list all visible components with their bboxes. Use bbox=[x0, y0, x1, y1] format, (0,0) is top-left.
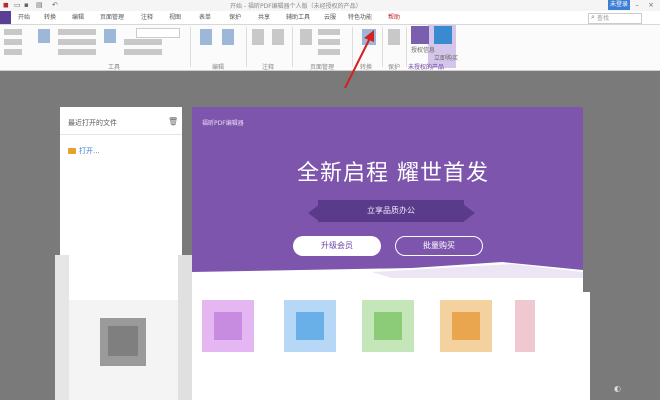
divider bbox=[60, 134, 182, 135]
tab-form[interactable]: 表单 bbox=[199, 12, 211, 23]
app-logo-icon: ◼ bbox=[3, 1, 9, 9]
toolbar-button[interactable] bbox=[4, 29, 22, 35]
start-page-footer bbox=[192, 360, 583, 400]
window-title: 开始 - 福昕PDF编辑器个人版（未经授权的产品） bbox=[230, 3, 362, 10]
open-icon[interactable]: ▭ bbox=[14, 1, 22, 9]
toolbar-button[interactable] bbox=[58, 29, 96, 35]
ribbon-tabs: 开始 转换 编辑 页面管理 注释 视图 表单 保护 共享 辅助工具 云服 特色功… bbox=[0, 11, 660, 25]
unlicensed-group-label: 未授权的产品 bbox=[408, 64, 445, 71]
feature-tile[interactable] bbox=[515, 300, 535, 352]
blurred-region bbox=[55, 255, 69, 400]
promo-banner bbox=[192, 107, 583, 275]
blurred-thumbnail bbox=[108, 326, 138, 356]
tab-features[interactable]: 特色功能 bbox=[348, 12, 372, 23]
search-icon: ⌕ bbox=[591, 13, 595, 21]
save-icon[interactable]: ▪ bbox=[24, 1, 32, 9]
toolbar-button[interactable] bbox=[104, 29, 116, 43]
feature-tile-icon bbox=[374, 312, 402, 340]
tab-convert[interactable]: 转换 bbox=[44, 12, 56, 23]
group-label-tools: 工具 bbox=[108, 64, 121, 71]
group-separator bbox=[246, 27, 247, 67]
tab-view[interactable]: 视图 bbox=[169, 12, 181, 23]
bulk-purchase-button[interactable]: 批量购买 bbox=[395, 236, 483, 256]
login-button[interactable]: 未登录 bbox=[608, 0, 630, 10]
license-info-label: 授权信息 bbox=[411, 47, 436, 54]
undo-icon[interactable]: ↶ bbox=[52, 1, 60, 9]
tab-cloud[interactable]: 云服 bbox=[324, 12, 336, 23]
toolbar-button[interactable] bbox=[124, 39, 162, 45]
tab-comment[interactable]: 注释 bbox=[141, 12, 153, 23]
search-placeholder: 查找 bbox=[597, 15, 610, 22]
minimize-icon[interactable]: – bbox=[632, 0, 642, 10]
folder-icon bbox=[68, 148, 76, 154]
buy-now-label: 立即购买 bbox=[434, 55, 459, 62]
status-icon: ◐ bbox=[614, 384, 621, 393]
tab-accessibility[interactable]: 辅助工具 bbox=[286, 12, 310, 23]
group-separator bbox=[406, 27, 407, 67]
open-file-link[interactable]: 打开... bbox=[79, 146, 100, 156]
zoom-select[interactable] bbox=[136, 28, 180, 38]
toolbar-button[interactable] bbox=[4, 39, 22, 45]
toolbar-button[interactable] bbox=[58, 39, 96, 45]
group-label-edit: 编辑 bbox=[212, 64, 225, 71]
buy-now-button[interactable] bbox=[434, 26, 452, 44]
group-separator bbox=[292, 27, 293, 67]
group-separator bbox=[190, 27, 191, 67]
search-input[interactable]: 查找 bbox=[588, 13, 642, 24]
title-bar: ◼ ▭ ▪ ▤ ↶ 开始 - 福昕PDF编辑器个人版（未经授权的产品） 未登录 … bbox=[0, 0, 660, 11]
group-separator bbox=[382, 27, 383, 67]
upgrade-member-button[interactable]: 升级会员 bbox=[293, 236, 381, 256]
file-tab[interactable] bbox=[0, 11, 11, 24]
license-info-button[interactable] bbox=[411, 26, 429, 44]
group-label-protect: 保护 bbox=[388, 64, 401, 71]
tab-share[interactable]: 共享 bbox=[258, 12, 270, 23]
toolbar-button[interactable] bbox=[124, 49, 162, 55]
tab-page-manage[interactable]: 页面管理 bbox=[100, 12, 124, 23]
tab-edit[interactable]: 编辑 bbox=[72, 12, 84, 23]
tab-protect[interactable]: 保护 bbox=[229, 12, 241, 23]
feature-tile-icon bbox=[452, 312, 480, 340]
feature-tile-icon bbox=[296, 312, 324, 340]
close-icon[interactable]: × bbox=[646, 0, 656, 10]
toolbar-button[interactable] bbox=[200, 29, 212, 45]
toolbar-button[interactable] bbox=[272, 29, 284, 45]
print-icon[interactable]: ▤ bbox=[36, 1, 44, 9]
toolbar-button[interactable] bbox=[388, 29, 400, 45]
banner-wave bbox=[192, 262, 583, 278]
banner-tagline: 立享品质办公 bbox=[367, 206, 415, 215]
toolbar-button[interactable] bbox=[38, 29, 50, 43]
group-label-comment: 注释 bbox=[262, 64, 275, 71]
toolbar-button[interactable] bbox=[300, 29, 312, 45]
tab-home[interactable]: 开始 bbox=[18, 12, 30, 23]
trash-icon[interactable]: 🗑 bbox=[168, 117, 178, 126]
recent-files-title: 最近打开的文件 bbox=[68, 119, 117, 127]
toolbar-button[interactable] bbox=[58, 49, 96, 55]
tab-help[interactable]: 帮助 bbox=[388, 12, 400, 23]
ribbon-band-tail bbox=[463, 204, 475, 222]
toolbar-button[interactable] bbox=[4, 49, 22, 55]
banner-headline: 全新启程 耀世首发 bbox=[297, 161, 489, 186]
toolbar-button[interactable] bbox=[222, 29, 234, 45]
banner-logo: 福昕PDF编辑器 bbox=[202, 120, 244, 127]
feature-tile-icon bbox=[214, 312, 242, 340]
blurred-region bbox=[178, 255, 192, 400]
toolbar-button[interactable] bbox=[252, 29, 264, 45]
